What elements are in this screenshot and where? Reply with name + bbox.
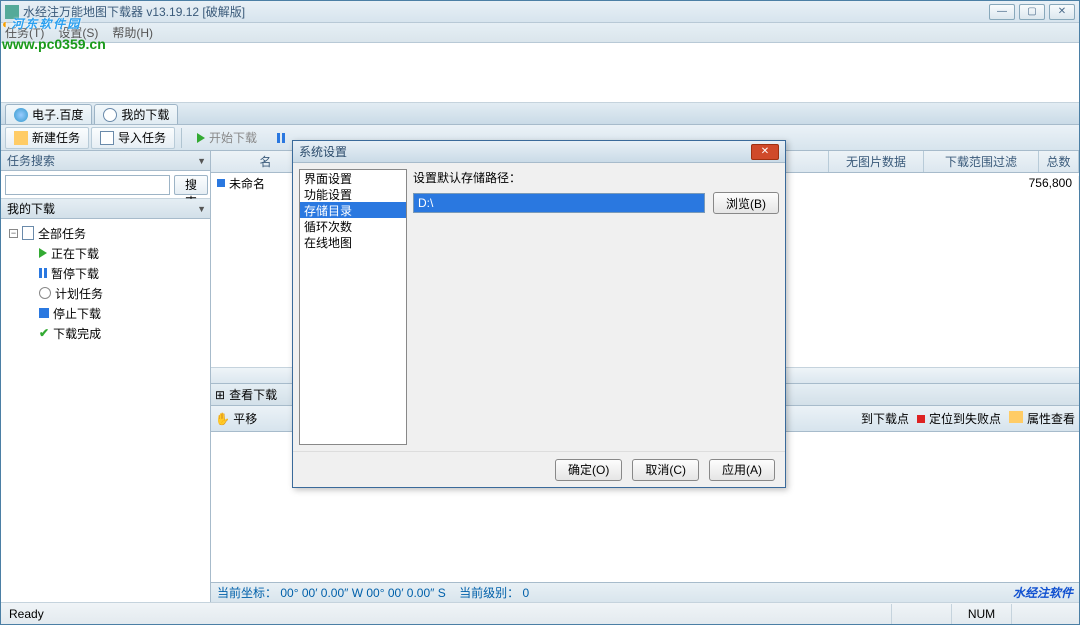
chevron-down-icon[interactable]: ▼ <box>197 156 210 166</box>
stop-icon <box>39 308 49 318</box>
doc-icon <box>103 108 117 122</box>
tree-planned[interactable]: 计划任务 <box>5 283 206 303</box>
clock-icon <box>39 287 51 299</box>
tree-stopped[interactable]: 停止下载 <box>5 303 206 323</box>
grid-icon: ⊞ <box>215 388 225 402</box>
check-icon: ✔ <box>39 326 49 340</box>
statusbar: Ready NUM <box>1 602 1079 624</box>
menubar: 任务(T) 设置(S) 帮助(H) <box>1 23 1079 43</box>
list-item-ui[interactable]: 界面设置 <box>300 170 406 186</box>
chevron-down-icon[interactable]: ▼ <box>197 204 210 214</box>
list-item-online[interactable]: 在线地图 <box>300 234 406 250</box>
path-label: 设置默认存储路径： <box>413 169 779 186</box>
banner-area <box>1 43 1079 103</box>
status-icon <box>217 179 225 187</box>
to-fail-point[interactable]: 定位到失败点 <box>917 410 1001 427</box>
to-download-point[interactable]: 到下载点 <box>861 410 909 427</box>
pause-icon <box>277 133 285 143</box>
status-num: NUM <box>951 604 1011 624</box>
window-controls: — ▢ ✕ <box>989 4 1075 20</box>
cancel-button[interactable]: 取消(C) <box>632 459 699 481</box>
path-row: 浏览(B) <box>413 192 779 214</box>
col-filter[interactable]: 下载范围过滤 <box>924 151 1039 172</box>
tree-done[interactable]: ✔下载完成 <box>5 323 206 343</box>
dialog-titlebar: 系统设置 <box>293 141 785 163</box>
menu-help[interactable]: 帮助(H) <box>112 24 153 41</box>
sidebar: 任务搜索▼ 搜索 我的下载▼ −全部任务 正在下载 暂停下载 计划任务 停止下载… <box>1 151 211 602</box>
task-tree: −全部任务 正在下载 暂停下载 计划任务 停止下载 ✔下载完成 <box>1 219 210 347</box>
tree-header: 我的下载▼ <box>1 199 210 219</box>
dialog-title: 系统设置 <box>299 143 347 160</box>
play-icon <box>39 248 47 258</box>
minimize-button[interactable]: — <box>989 4 1015 20</box>
apply-button[interactable]: 应用(A) <box>709 459 775 481</box>
coord-text: 当前坐标： 00° 00′ 0.00″ W 00° 00′ 0.00″ S 当前… <box>217 584 529 601</box>
view-tab[interactable]: 查看下载 <box>229 386 277 403</box>
menu-task[interactable]: 任务(T) <box>5 24 44 41</box>
tree-downloading[interactable]: 正在下载 <box>5 243 206 263</box>
tab-mydownloads[interactable]: 我的下载 <box>94 104 178 124</box>
folder-icon <box>1009 411 1023 423</box>
start-download-button[interactable]: 开始下载 <box>188 127 266 149</box>
menu-settings[interactable]: 设置(S) <box>58 24 98 41</box>
search-button[interactable]: 搜索 <box>174 175 208 195</box>
settings-category-list[interactable]: 界面设置 功能设置 存储目录 循环次数 在线地图 <box>299 169 407 445</box>
red-square-icon <box>917 415 925 423</box>
ok-button[interactable]: 确定(O) <box>555 459 622 481</box>
close-button[interactable]: ✕ <box>1049 4 1075 20</box>
storage-path-input[interactable] <box>413 193 705 213</box>
maximize-button[interactable]: ▢ <box>1019 4 1045 20</box>
coord-bar: 当前坐标： 00° 00′ 0.00″ W 00° 00′ 0.00″ S 当前… <box>211 582 1079 602</box>
separator <box>181 128 182 148</box>
folder-icon <box>22 226 34 240</box>
new-task-button[interactable]: 新建任务 <box>5 127 89 149</box>
list-item-loop[interactable]: 循环次数 <box>300 218 406 234</box>
status-cell <box>891 604 951 624</box>
dialog-right-pane: 设置默认存储路径： 浏览(B) <box>413 169 779 445</box>
pan-button[interactable]: ✋ 平移 <box>215 410 257 427</box>
search-input[interactable] <box>5 175 170 195</box>
new-icon <box>14 131 28 145</box>
dialog-close-button[interactable] <box>751 144 779 160</box>
tabs-row: 电子.百度 我的下载 <box>1 103 1079 125</box>
settings-dialog: 系统设置 界面设置 功能设置 存储目录 循环次数 在线地图 设置默认存储路径： … <box>292 140 786 488</box>
browse-button[interactable]: 浏览(B) <box>713 192 779 214</box>
attr-view[interactable]: 属性查看 <box>1009 410 1075 427</box>
col-total[interactable]: 总数 <box>1039 151 1079 172</box>
import-icon <box>100 131 114 145</box>
list-item-storage[interactable]: 存储目录 <box>300 202 406 218</box>
globe-icon <box>14 108 28 122</box>
search-row: 搜索 <box>1 171 210 199</box>
titlebar: 水经注万能地图下载器 v13.19.12 [破解版] — ▢ ✕ <box>1 1 1079 23</box>
import-task-button[interactable]: 导入任务 <box>91 127 175 149</box>
brand-label: 水经注软件 <box>1013 584 1073 601</box>
status-cell <box>1011 604 1071 624</box>
window-title: 水经注万能地图下载器 v13.19.12 [破解版] <box>23 3 989 20</box>
dialog-body: 界面设置 功能设置 存储目录 循环次数 在线地图 设置默认存储路径： 浏览(B) <box>293 163 785 451</box>
collapse-icon[interactable]: − <box>9 229 18 238</box>
cell-total: 756,800 <box>1021 176 1079 190</box>
search-header: 任务搜索▼ <box>1 151 210 171</box>
col-noimg[interactable]: 无图片数据 <box>829 151 924 172</box>
tree-root[interactable]: −全部任务 <box>5 223 206 243</box>
dialog-footer: 确定(O) 取消(C) 应用(A) <box>293 451 785 487</box>
play-icon <box>197 133 205 143</box>
status-ready: Ready <box>9 607 44 621</box>
pause-button[interactable] <box>268 127 294 149</box>
list-item-func[interactable]: 功能设置 <box>300 186 406 202</box>
app-icon <box>5 5 19 19</box>
pause-icon <box>39 268 47 278</box>
tree-paused[interactable]: 暂停下载 <box>5 263 206 283</box>
tab-baidu[interactable]: 电子.百度 <box>5 104 92 124</box>
